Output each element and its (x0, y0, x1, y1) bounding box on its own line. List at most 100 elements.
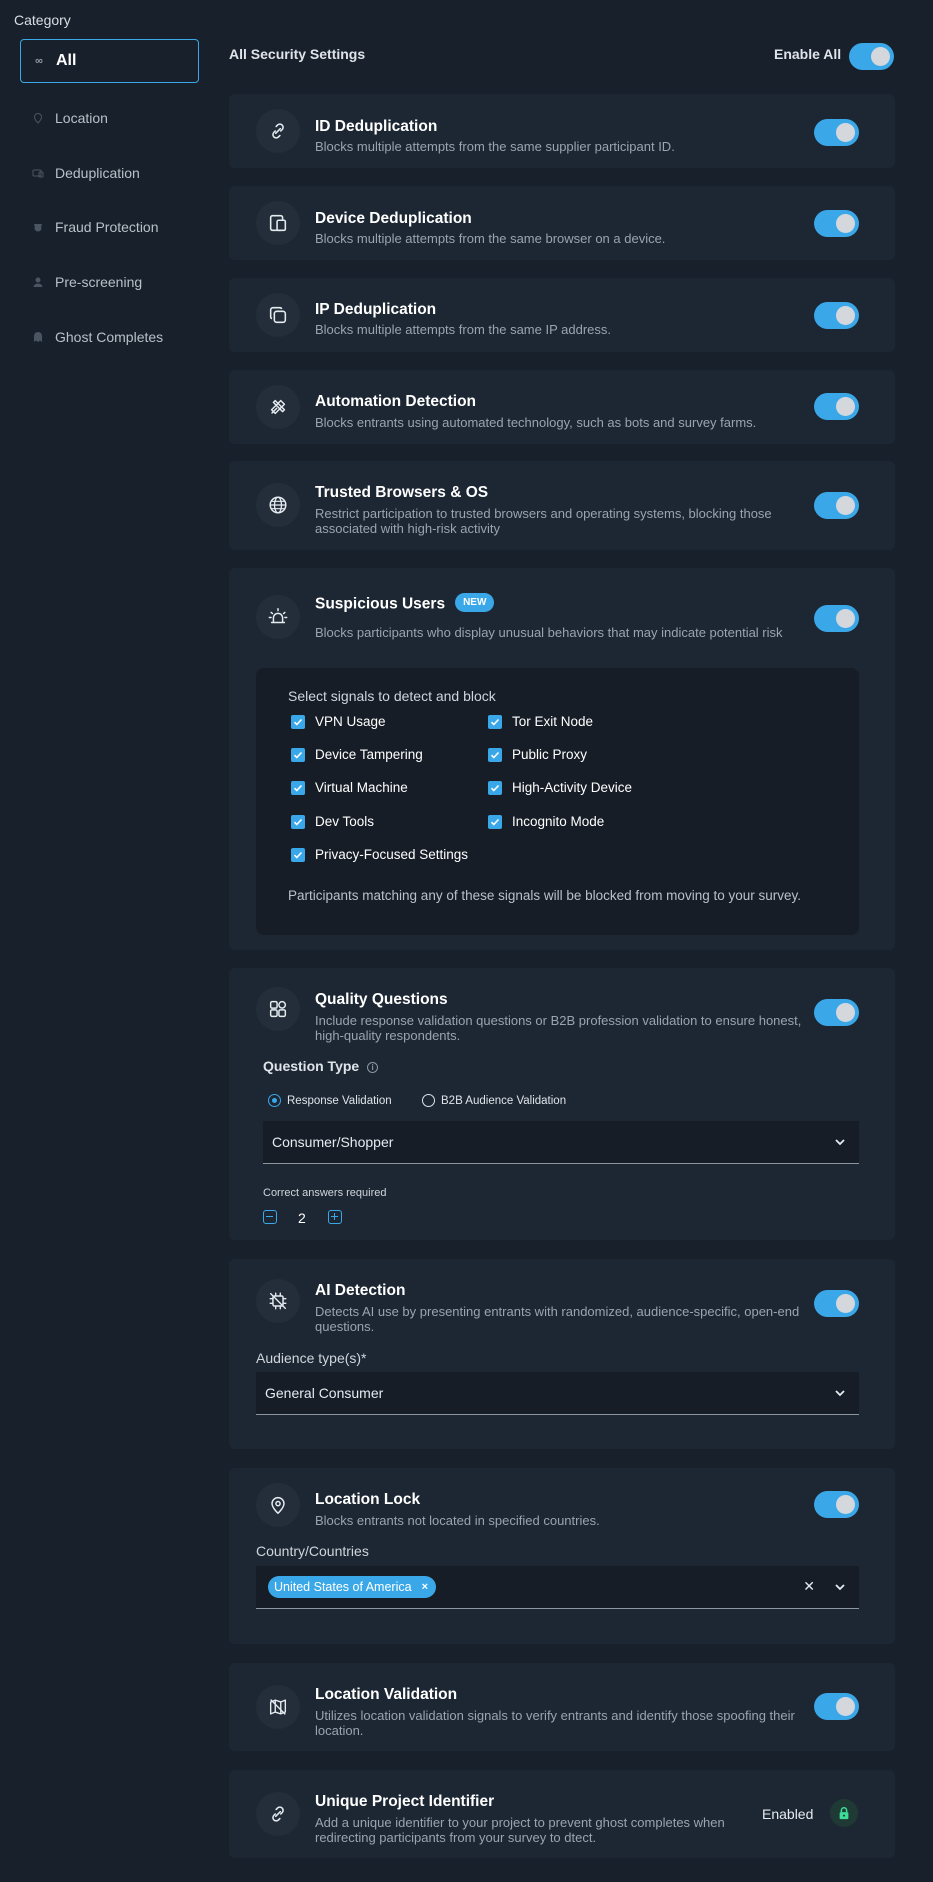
decrement-button[interactable] (263, 1210, 277, 1224)
sidebar-item-label: Ghost Completes (55, 329, 164, 345)
alarm-icon (256, 595, 300, 639)
radio-b2b-audience-validation[interactable]: B2B Audience Validation (422, 1094, 566, 1107)
automation-detection-toggle[interactable] (814, 393, 859, 420)
card-location-validation: Location Validation Utilizes location va… (229, 1663, 895, 1751)
map-off-icon (256, 1685, 300, 1729)
signal-privacy-focused-settings[interactable]: Privacy-Focused Settings (291, 847, 468, 862)
tools-icon (256, 385, 300, 429)
link-icon (256, 1792, 300, 1836)
signal-virtual-machine[interactable]: Virtual Machine (291, 780, 408, 795)
signal-label: Device Tampering (315, 747, 423, 762)
checkbox-checked-icon[interactable] (291, 814, 305, 829)
checkbox-checked-icon[interactable] (291, 780, 305, 795)
checkbox-checked-icon[interactable] (291, 714, 305, 729)
question-type-text: Question Type (263, 1058, 360, 1074)
checkbox-checked-icon[interactable] (291, 847, 305, 862)
device-deduplication-toggle[interactable] (814, 210, 859, 237)
card-device-deduplication: Device Deduplication Blocks multiple att… (229, 186, 895, 260)
checkbox-checked-icon[interactable] (488, 780, 502, 795)
clear-all-icon[interactable]: ✕ (803, 1578, 815, 1595)
ip-deduplication-toggle[interactable] (814, 302, 859, 329)
chip-label: United States of America (274, 1580, 412, 1594)
increment-button[interactable] (328, 1210, 342, 1224)
card-description: Add a unique identifier to your project … (315, 1815, 725, 1845)
card-unique-project-identifier: Unique Project Identifier Add a unique i… (229, 1770, 895, 1858)
country-select[interactable]: United States of America × ✕ (256, 1566, 859, 1609)
card-title: Quality Questions (315, 991, 448, 1008)
signal-label: Privacy-Focused Settings (315, 847, 469, 862)
card-id-deduplication: ID Deduplication Blocks multiple attempt… (229, 94, 895, 168)
sidebar-item-all[interactable]: All (20, 39, 199, 83)
card-description: Restrict participation to trusted browse… (315, 506, 772, 536)
chevron-down-icon (835, 1390, 845, 1397)
location-pin-icon (32, 112, 44, 124)
select-value: General Consumer (265, 1385, 384, 1401)
checkbox-checked-icon[interactable] (488, 714, 502, 729)
signal-public-proxy[interactable]: Public Proxy (488, 747, 587, 762)
grid-icon (256, 987, 300, 1031)
trusted-browsers-toggle[interactable] (814, 492, 859, 519)
infinity-icon (33, 55, 45, 67)
signal-incognito-mode[interactable]: Incognito Mode (488, 814, 604, 829)
radio-label: Response Validation (287, 1094, 392, 1107)
question-category-select[interactable]: Consumer/Shopper (263, 1121, 859, 1164)
signal-dev-tools[interactable]: Dev Tools (291, 814, 374, 829)
country-chip[interactable]: United States of America × (268, 1576, 437, 1598)
new-badge: NEW (455, 593, 495, 612)
location-validation-toggle[interactable] (814, 1693, 859, 1720)
select-value: Consumer/Shopper (272, 1134, 394, 1150)
card-description: Blocks multiple attempts from the same I… (315, 322, 611, 337)
sidebar-item-label: All (56, 52, 77, 69)
signal-label: High-Activity Device (512, 780, 633, 795)
sidebar-item-ghost-completes[interactable]: Ghost Completes (20, 315, 199, 359)
card-title: AI Detection (315, 1282, 406, 1299)
enable-all-toggle[interactable] (849, 43, 894, 70)
radio-unselected-icon[interactable] (422, 1094, 435, 1107)
sidebar-item-pre-screening[interactable]: Pre-screening (20, 260, 199, 304)
audience-type-select[interactable]: General Consumer (256, 1372, 859, 1415)
chip-remove-icon[interactable]: × (422, 1581, 428, 1593)
signal-high-activity-device[interactable]: High-Activity Device (488, 780, 632, 795)
suspicious-users-toggle[interactable] (814, 605, 859, 632)
sidebar-item-label: Pre-screening (55, 274, 143, 290)
signals-title: Select signals to detect and block (288, 688, 496, 704)
sidebar-item-label: Fraud Protection (55, 219, 159, 235)
card-title: Location Validation (315, 1686, 458, 1703)
checkbox-checked-icon[interactable] (488, 814, 502, 829)
signal-label: VPN Usage (315, 714, 386, 729)
user-icon (32, 276, 44, 288)
ai-detection-toggle[interactable] (814, 1290, 859, 1317)
signal-vpn-usage[interactable]: VPN Usage (291, 714, 386, 729)
signal-device-tampering[interactable]: Device Tampering (291, 747, 423, 762)
chevron-down-icon (835, 1139, 845, 1146)
signal-tor-exit-node[interactable]: Tor Exit Node (488, 714, 593, 729)
enable-all-label: Enable All (774, 46, 842, 62)
card-ip-deduplication: IP Deduplication Blocks multiple attempt… (229, 278, 895, 352)
card-quality-questions: Quality Questions Include response valid… (229, 968, 895, 1240)
location-lock-toggle[interactable] (814, 1491, 859, 1518)
location-pin-icon (256, 1483, 300, 1527)
checkbox-checked-icon[interactable] (291, 747, 305, 762)
sidebar-item-deduplication[interactable]: Deduplication (20, 151, 199, 195)
ghost-icon (32, 331, 44, 343)
signals-panel: Select signals to detect and block VPN U… (256, 668, 859, 935)
card-description: Blocks entrants using automated technolo… (315, 415, 757, 430)
copy-icon (256, 293, 300, 337)
radio-response-validation[interactable]: Response Validation (268, 1094, 392, 1107)
card-title: Unique Project Identifier (315, 1793, 495, 1810)
info-icon[interactable]: i (367, 1062, 379, 1073)
card-description: Blocks multiple attempts from the same s… (315, 139, 675, 154)
card-title: Device Deduplication (315, 210, 472, 227)
sidebar-item-location[interactable]: Location (20, 96, 199, 140)
id-deduplication-toggle[interactable] (814, 119, 859, 146)
globe-icon (256, 483, 300, 527)
ai-chip-icon (256, 1279, 300, 1323)
radio-selected-icon[interactable] (268, 1094, 281, 1107)
sidebar-item-label: Deduplication (55, 165, 140, 181)
card-description: Utilizes location validation signals to … (315, 1708, 795, 1738)
quality-questions-toggle[interactable] (814, 999, 859, 1026)
card-title: Automation Detection (315, 393, 477, 410)
checkbox-checked-icon[interactable] (488, 747, 502, 762)
card-trusted-browsers: Trusted Browsers & OS Restrict participa… (229, 461, 895, 550)
sidebar-item-fraud-protection[interactable]: Fraud Protection (20, 205, 199, 249)
